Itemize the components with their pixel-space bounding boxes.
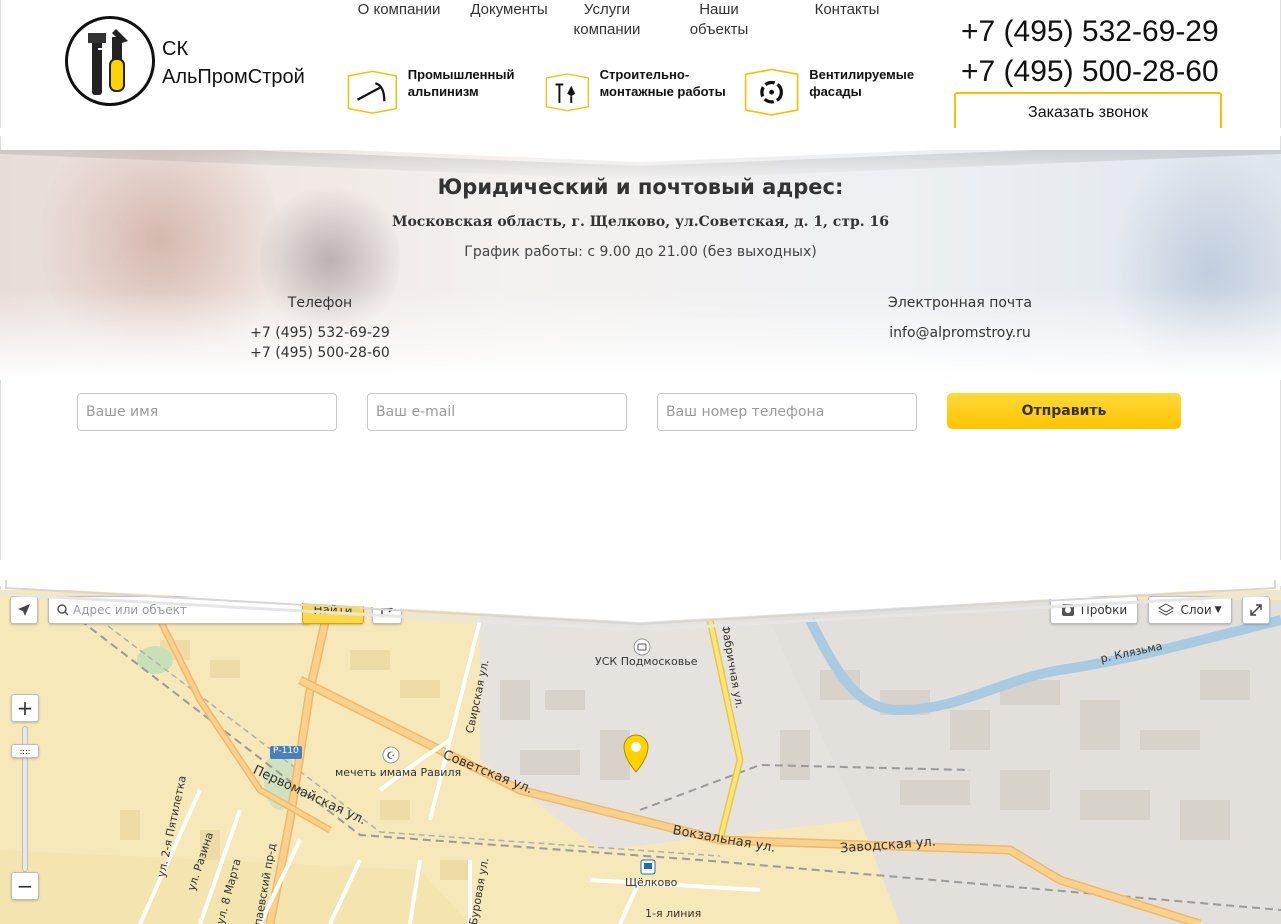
map-label-mosque: мечеть имама Равиля bbox=[335, 766, 462, 779]
service-facades-label: Вентилируемые фасады bbox=[809, 67, 915, 99]
service-construction[interactable]: Строительно-монтажные работы bbox=[545, 64, 741, 124]
contact-phone-1[interactable]: +7 (495) 532-69-29 bbox=[170, 323, 470, 343]
contacts-address: Московская область, г. Щелково, ул.Совет… bbox=[391, 214, 890, 230]
header-divider bbox=[0, 128, 1281, 162]
map-label-road: Р-110 bbox=[273, 746, 299, 756]
header-phone-1[interactable]: +7 (495) 532-69-29 bbox=[961, 12, 1219, 52]
submit-button[interactable]: Отправить bbox=[947, 393, 1181, 429]
nav-objects[interactable]: Наши объекты bbox=[684, 0, 754, 40]
contacts-hours: График работы: с 9.00 до 21.00 (без выхо… bbox=[464, 244, 817, 260]
service-construction-label: Строительно-монтажные работы bbox=[599, 67, 726, 99]
email-column: Электронная почта info@alpromstroy.ru bbox=[810, 293, 1110, 343]
phone-input[interactable] bbox=[657, 393, 917, 431]
contact-phone-2[interactable]: +7 (495) 500-28-60 bbox=[170, 343, 470, 363]
tools-icon bbox=[545, 73, 589, 112]
header-phones: +7 (495) 532-69-29 +7 (495) 500-28-60 bbox=[961, 12, 1219, 92]
zoom-in-button[interactable]: + bbox=[11, 694, 39, 722]
name-input[interactable] bbox=[77, 393, 337, 431]
service-climbing[interactable]: Промышленный альпинизм bbox=[347, 64, 543, 124]
nav-about[interactable]: О компании bbox=[353, 0, 445, 20]
nav-documents[interactable]: Документы bbox=[466, 0, 552, 20]
logo-line1: СК bbox=[162, 38, 189, 60]
pickaxe-icon bbox=[347, 70, 397, 114]
contact-form: Отправить bbox=[0, 380, 1281, 590]
phone-heading: Телефон bbox=[287, 295, 353, 311]
phone-column: Телефон +7 (495) 532-69-29 +7 (495) 500-… bbox=[170, 293, 470, 363]
top-panel: Отправить bbox=[0, 0, 1281, 630]
zoom-out-button[interactable]: − bbox=[11, 872, 39, 900]
map-label-station: Щёлково bbox=[625, 876, 678, 889]
fan-icon bbox=[744, 68, 799, 116]
service-facades[interactable]: Вентилируемые фасады bbox=[744, 64, 940, 124]
contact-email[interactable]: info@alpromstroy.ru bbox=[810, 323, 1110, 343]
logo-text[interactable]: СК АльПромСтрой bbox=[162, 35, 305, 91]
service-climbing-label: Промышленный альпинизм bbox=[407, 67, 515, 99]
logo-icon[interactable] bbox=[65, 16, 155, 106]
email-heading: Электронная почта bbox=[888, 295, 1032, 311]
logo-line2: АльПромСтрой bbox=[162, 66, 305, 88]
nav-services[interactable]: Услуги компании bbox=[567, 0, 647, 40]
contacts-title: Юридический и почтовый адрес: bbox=[437, 175, 844, 199]
nav-contacts[interactable]: Контакты bbox=[809, 0, 885, 20]
panel-bottom-divider bbox=[0, 560, 1281, 630]
email-input[interactable] bbox=[367, 393, 627, 431]
page: ☪ УСК Подмосковье мечеть имама Равиля Со… bbox=[0, 0, 1281, 924]
map-label-usk: УСК Подмосковье bbox=[595, 655, 698, 668]
svg-text:☪: ☪ bbox=[387, 751, 396, 762]
header-phone-2[interactable]: +7 (495) 500-28-60 bbox=[961, 52, 1219, 92]
zoom-slider-handle[interactable]: :::: bbox=[11, 744, 39, 758]
map-label-liniya: 1-я линия bbox=[645, 907, 702, 920]
